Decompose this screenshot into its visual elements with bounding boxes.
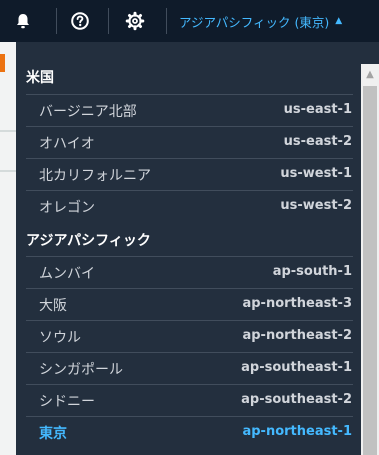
- toolbar-divider: [108, 8, 109, 34]
- accent-marker: [0, 54, 5, 72]
- background-divider: [0, 170, 16, 172]
- region-selector-button[interactable]: アジアパシフィック (東京) ▲: [179, 0, 342, 42]
- region-code: us-west-2: [280, 198, 352, 213]
- region-name: 東京: [39, 426, 67, 442]
- region-selector-label: アジアパシフィック (東京): [179, 14, 330, 30]
- region-dropdown-menu: 米国 バージニア北部 us-east-1 オハイオ us-east-2 北カリフ…: [16, 50, 379, 455]
- region-name: シドニー: [39, 394, 95, 410]
- scroll-up-arrow-icon[interactable]: ▲: [361, 64, 379, 84]
- region-item-ap-northeast-2[interactable]: ソウル ap-northeast-2: [26, 320, 353, 352]
- region-item-us-west-1[interactable]: 北カリフォルニア us-west-1: [26, 158, 353, 190]
- region-name: ムンバイ: [39, 266, 95, 282]
- caret-up-icon: ▲: [335, 16, 343, 26]
- region-name: オレゴン: [39, 200, 95, 216]
- menu-scrollbar[interactable]: ▲: [361, 64, 379, 455]
- region-code: ap-southeast-1: [241, 360, 352, 375]
- region-item-us-east-1[interactable]: バージニア北部 us-east-1: [26, 94, 353, 126]
- page-background-strip: [0, 42, 16, 455]
- region-code: us-west-1: [280, 166, 352, 181]
- scrollbar-thumb[interactable]: [363, 86, 377, 455]
- region-item-ap-southeast-1[interactable]: シンガポール ap-southeast-1: [26, 352, 353, 384]
- top-navigation-bar: アジアパシフィック (東京) ▲: [0, 0, 379, 42]
- region-code: ap-northeast-2: [242, 328, 352, 343]
- region-item-ap-southeast-2[interactable]: シドニー ap-southeast-2: [26, 384, 353, 416]
- region-code: us-east-1: [283, 102, 352, 117]
- bell-icon[interactable]: [11, 9, 35, 33]
- region-item-ap-northeast-3[interactable]: 大阪 ap-northeast-3: [26, 288, 353, 320]
- region-item-us-west-2[interactable]: オレゴン us-west-2: [26, 190, 353, 222]
- region-code: us-east-2: [283, 134, 352, 149]
- help-icon[interactable]: [68, 9, 92, 33]
- region-name: 大阪: [39, 298, 67, 314]
- region-item-us-east-2[interactable]: オハイオ us-east-2: [26, 126, 353, 158]
- region-code: ap-northeast-3: [242, 296, 352, 311]
- region-name: バージニア北部: [39, 104, 137, 120]
- region-code: ap-south-1: [272, 264, 352, 279]
- toolbar-divider: [166, 8, 167, 34]
- gear-icon[interactable]: [123, 9, 147, 33]
- region-item-ap-northeast-1[interactable]: 東京 ap-northeast-1: [26, 416, 353, 448]
- region-item-ap-south-1[interactable]: ムンバイ ap-south-1: [26, 256, 353, 288]
- region-name: ソウル: [39, 330, 81, 346]
- region-group-title-us: 米国: [26, 70, 54, 86]
- region-name: シンガポール: [39, 362, 123, 378]
- region-name: オハイオ: [39, 136, 95, 152]
- region-group-title-asia-pacific: アジアパシフィック: [26, 233, 151, 249]
- region-name: 北カリフォルニア: [39, 168, 151, 184]
- region-code: ap-southeast-2: [241, 392, 352, 407]
- background-divider: [0, 130, 16, 132]
- toolbar-divider: [56, 8, 57, 34]
- region-code: ap-northeast-1: [242, 424, 352, 439]
